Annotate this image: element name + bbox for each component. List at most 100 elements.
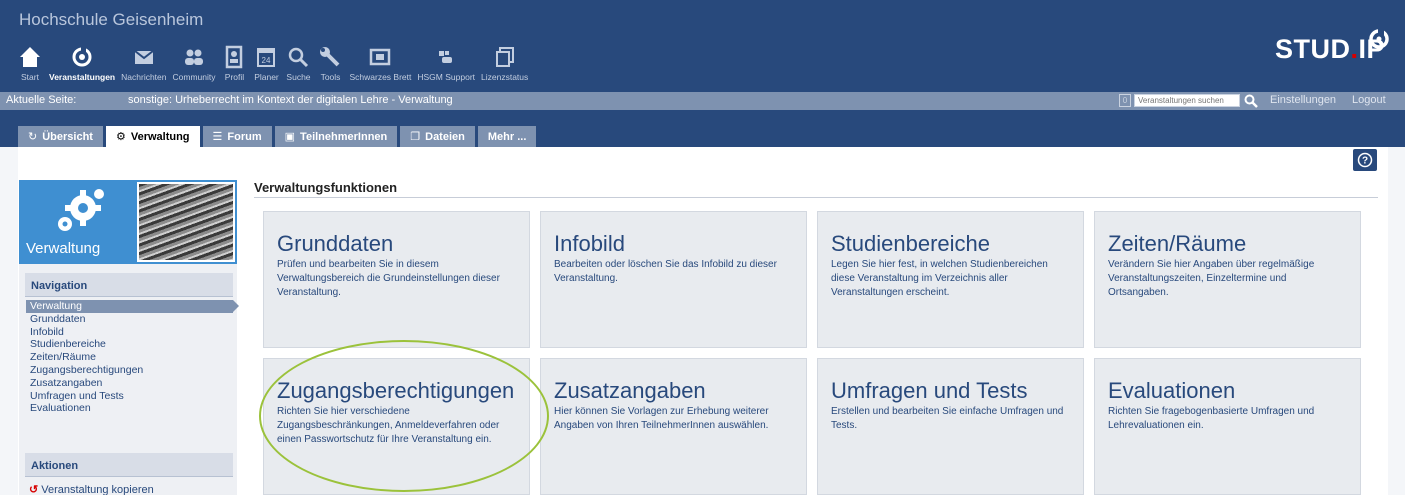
tile-zeiten-raeume[interactable]: Zeiten/Räume Verändern Sie hier Angaben … — [1094, 211, 1361, 348]
tile-evaluationen[interactable]: Evaluationen Richten Sie fragebogenbasie… — [1094, 358, 1361, 495]
logout-link[interactable]: Logout — [1352, 94, 1386, 106]
tab-dateien[interactable]: ❐ Dateien — [400, 126, 475, 147]
board-icon — [370, 48, 391, 66]
nav-tools[interactable]: Tools — [314, 44, 346, 88]
tile-description: Verändern Sie hier Angaben über regelmäß… — [1108, 259, 1315, 298]
tile-title: Umfragen und Tests — [831, 378, 1028, 403]
tile-studienbereiche[interactable]: Studienbereiche Legen Sie hier fest, in … — [817, 211, 1084, 348]
nav-label: Lizenzstatus — [481, 72, 529, 82]
participants-icon: ▣ — [284, 131, 296, 143]
actions-heading: Aktionen — [25, 453, 233, 477]
nav-community[interactable]: Community — [170, 44, 219, 88]
sidebar: Verwaltung Navigation Verwaltung Grundda… — [19, 180, 239, 495]
copy-course-action[interactable]: ↺ Veranstaltung kopieren — [29, 483, 154, 495]
tab-label: Verwaltung — [130, 130, 190, 143]
sidebar-item-verwaltung[interactable]: Verwaltung — [26, 300, 239, 313]
tile-description: Bearbeiten oder löschen Sie das Infobild… — [554, 259, 777, 284]
nav-schwarzes-brett[interactable]: Schwarzes Brett — [346, 44, 414, 88]
tab-verwaltung[interactable]: ⚙ Verwaltung — [105, 126, 200, 147]
nav-label: Veranstaltungen — [49, 72, 116, 82]
sidebar-item-zusatzangaben[interactable]: Zusatzangaben — [26, 377, 233, 390]
search-icon[interactable] — [1243, 93, 1259, 109]
nav-label: Nachrichten — [121, 72, 167, 82]
tile-description: Richten Sie hier verschiedene Zugangsbes… — [277, 406, 500, 445]
tab-label: TeilnehmerInnen — [300, 130, 388, 143]
settings-link[interactable]: Einstellungen — [1270, 94, 1336, 106]
mail-icon — [134, 50, 154, 64]
course-search-input[interactable] — [1134, 94, 1240, 107]
notification-count[interactable]: 0 — [1119, 94, 1131, 107]
home-icon — [20, 47, 40, 67]
svg-text:?: ? — [1362, 156, 1368, 167]
nav-hsgm-support[interactable]: HSGM Support — [414, 44, 478, 88]
tile-zugangsberechtigungen[interactable]: Zugangsberechtigungen Richten Sie hier v… — [263, 358, 530, 495]
sidebar-item-evaluationen[interactable]: Evaluationen — [26, 402, 233, 415]
nav-label: Profil — [224, 72, 245, 82]
admin-icon: ⚙ — [115, 131, 126, 143]
nav-nachrichten[interactable]: Nachrichten — [118, 44, 169, 88]
nav-suche[interactable]: Suche — [282, 44, 314, 88]
tab-label: Dateien — [425, 130, 465, 143]
nav-start[interactable]: Start — [14, 44, 46, 88]
calendar-icon: 24 — [257, 48, 276, 67]
support-icon — [439, 51, 453, 63]
tile-title: Grunddaten — [277, 231, 394, 256]
tile-title: Zeiten/Räume — [1108, 231, 1247, 256]
wrench-icon — [320, 47, 340, 67]
svg-text:24: 24 — [262, 56, 271, 65]
tab-label: Mehr ... — [487, 130, 527, 143]
nav-label: Tools — [320, 72, 341, 82]
copy-icon: ↺ — [29, 484, 39, 495]
tile-grunddaten[interactable]: Grunddaten Prüfen und bearbeiten Sie in … — [263, 211, 530, 348]
tile-title: Zusatzangaben — [554, 378, 706, 403]
nav-planer[interactable]: 24 Planer — [250, 44, 282, 88]
tab-label: Forum — [227, 130, 262, 143]
sidebar-item-infobild[interactable]: Infobild — [26, 326, 233, 339]
sidebar-item-grunddaten[interactable]: Grunddaten — [26, 313, 233, 326]
tile-title: Infobild — [554, 231, 625, 256]
community-icon — [184, 49, 203, 65]
tile-umfragen-tests[interactable]: Umfragen und Tests Erstellen und bearbei… — [817, 358, 1084, 495]
tab-forum[interactable]: ☰ Forum — [202, 126, 272, 147]
tile-title: Studienbereiche — [831, 231, 991, 256]
tab-mehr[interactable]: Mehr ... — [477, 126, 537, 147]
current-page-value: sonstige: Urheberrecht im Kontext der di… — [128, 94, 453, 106]
tab-uebersicht[interactable]: ↻ Übersicht — [18, 126, 103, 147]
nav-label: Start — [21, 72, 39, 82]
sidebar-item-umfragen-tests[interactable]: Umfragen und Tests — [26, 390, 233, 403]
top-header: Hochschule Geisenheim Start Veranstaltun… — [0, 0, 1405, 92]
tab-label: Übersicht — [42, 130, 93, 143]
help-icon[interactable]: ? — [1353, 149, 1377, 171]
nav-label: Community — [172, 72, 216, 82]
nav-label: Planer — [254, 72, 279, 82]
nav-label: HSGM Support — [417, 72, 476, 82]
sidebar-nav: Verwaltung Grunddaten Infobild Studienbe… — [26, 300, 239, 415]
divider — [254, 197, 1378, 198]
license-icon — [495, 47, 514, 67]
main-nav: Start Veranstaltungen Nachrichten Commun… — [14, 44, 531, 88]
tile-zusatzangaben[interactable]: Zusatzangaben Hier können Sie Vorlagen z… — [540, 358, 807, 495]
sidebar-item-zugangsberechtigungen[interactable]: Zugangsberechtigungen — [26, 364, 233, 377]
nav-veranstaltungen[interactable]: Veranstaltungen — [46, 44, 118, 88]
nav-lizenzstatus[interactable]: Lizenzstatus — [478, 44, 531, 88]
files-icon: ❐ — [410, 131, 421, 143]
tile-description: Richten Sie fragebogenbasierte Umfragen … — [1108, 406, 1315, 431]
current-page-bar: Aktuelle Seite: sonstige: Urheberrecht i… — [0, 92, 1405, 110]
page-title: Verwaltungsfunktionen — [254, 180, 398, 195]
navigation-heading: Navigation — [25, 273, 233, 297]
nav-label: Suche — [286, 72, 311, 82]
tile-infobild[interactable]: Infobild Bearbeiten oder löschen Sie das… — [540, 211, 807, 348]
tile-description: Hier können Sie Vorlagen zur Erhebung we… — [554, 406, 769, 431]
current-page-label: Aktuelle Seite: — [6, 94, 77, 106]
sidebar-item-zeiten-raeume[interactable]: Zeiten/Räume — [26, 351, 233, 364]
overview-icon: ↻ — [28, 131, 38, 143]
tile-title: Zugangsberechtigungen — [277, 378, 515, 403]
nav-profil[interactable]: Profil — [218, 44, 250, 88]
course-image — [137, 182, 235, 262]
sidebar-header: Verwaltung — [19, 180, 237, 264]
gears-icon — [58, 189, 104, 231]
tile-title: Evaluationen — [1108, 378, 1236, 403]
studip-logo-icon — [1369, 29, 1389, 49]
sidebar-item-studienbereiche[interactable]: Studienbereiche — [26, 338, 233, 351]
tab-teilnehmerinnen[interactable]: ▣ TeilnehmerInnen — [274, 126, 398, 147]
